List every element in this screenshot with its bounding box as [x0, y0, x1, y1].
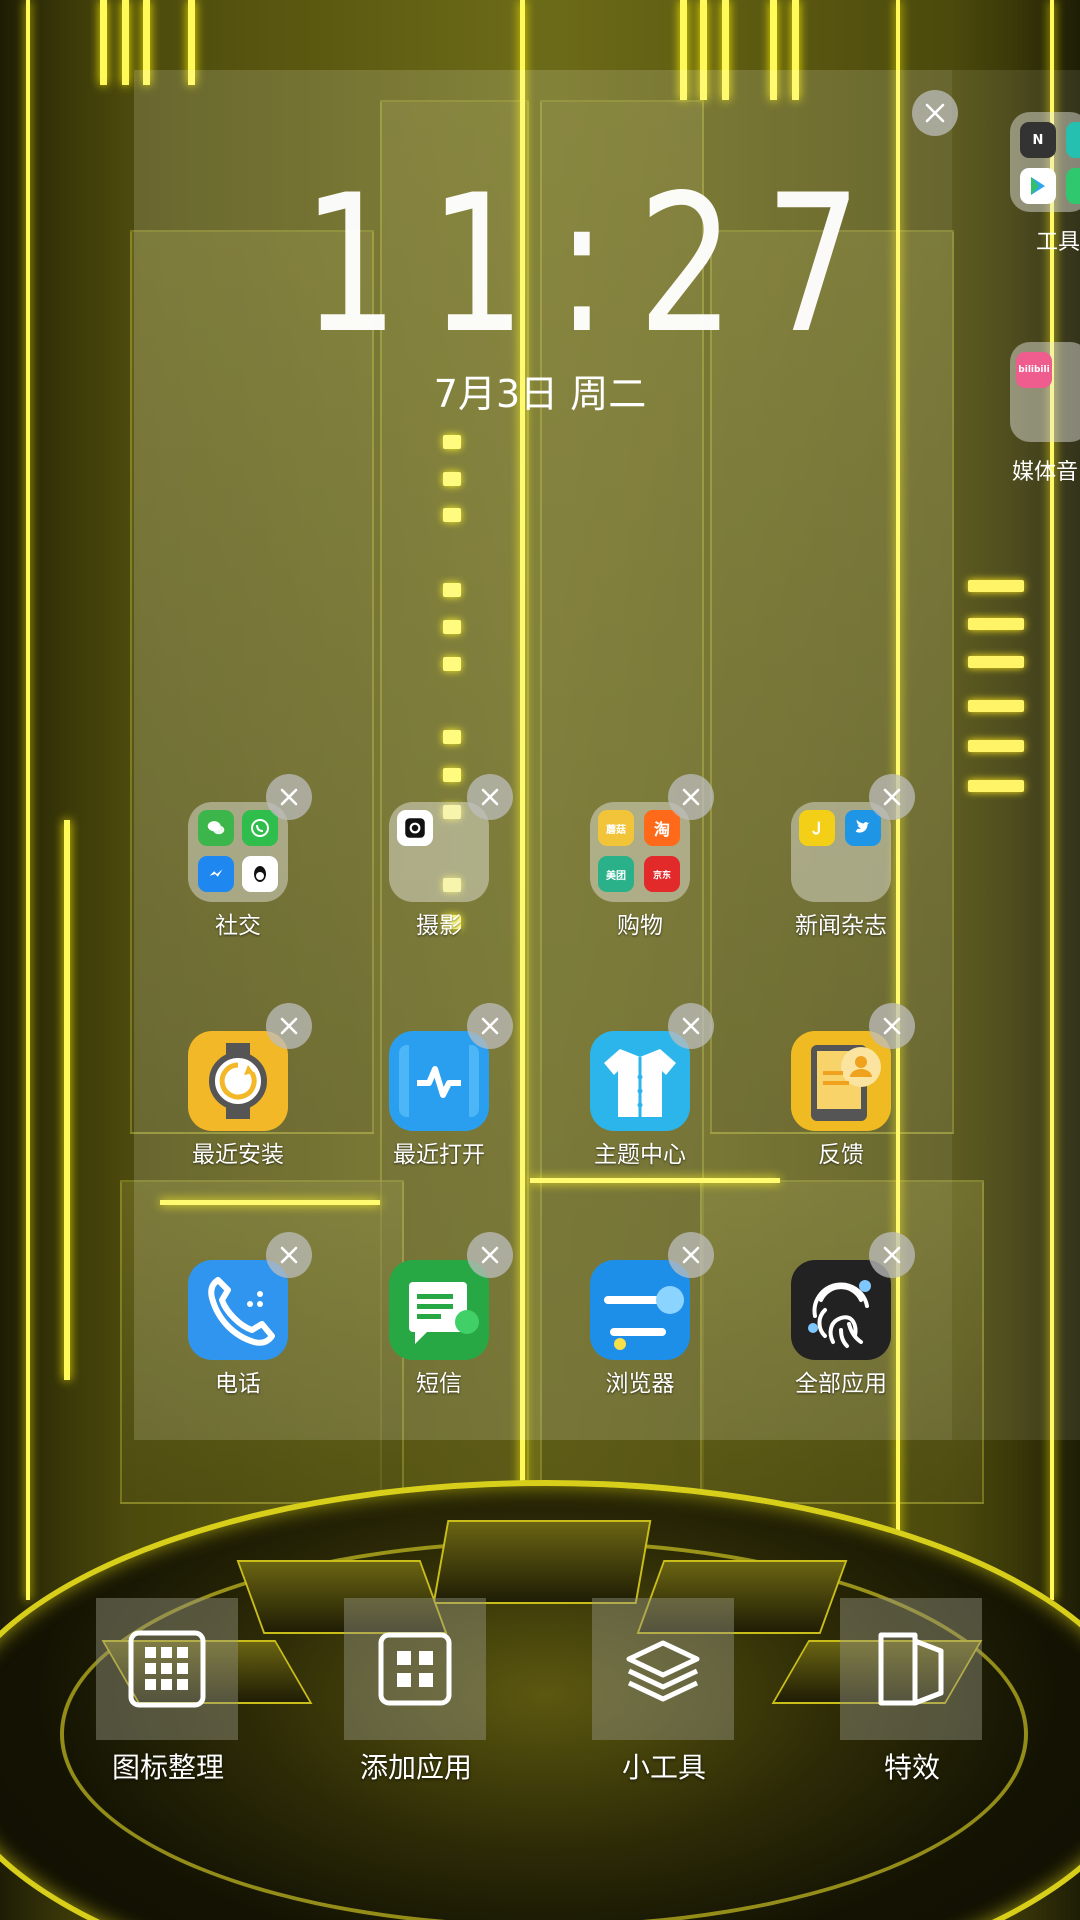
close-icon	[481, 1017, 499, 1035]
widgets-button[interactable]: 小工具	[554, 1598, 754, 1798]
remove-button[interactable]	[668, 1232, 714, 1278]
close-icon	[883, 788, 901, 806]
app-feedback[interactable]: 反馈	[751, 1003, 931, 1201]
close-icon	[280, 1246, 298, 1264]
app-icon	[1066, 168, 1080, 204]
app-label: 主题中心	[594, 1142, 686, 1168]
app-label: 短信	[416, 1371, 462, 1397]
app-browser[interactable]: 浏览器	[550, 1232, 730, 1430]
side-folder-label: 媒体音	[1012, 460, 1079, 485]
camera-app-icon	[397, 810, 433, 846]
app-label: 全部应用	[795, 1371, 887, 1397]
browser-icon	[590, 1260, 690, 1360]
n-app-icon: N	[1020, 122, 1056, 158]
app-sms[interactable]: 短信	[349, 1232, 529, 1430]
message-icon	[389, 1260, 489, 1360]
fingerprint-icon	[791, 1260, 891, 1360]
app-label: 最近打开	[393, 1142, 485, 1168]
close-icon	[883, 1017, 901, 1035]
folder-news[interactable]: 新闻杂志	[751, 774, 931, 972]
folder-shopping[interactable]: 蘑菇 淘 美团 京东 购物	[550, 774, 730, 972]
remove-button[interactable]	[467, 1003, 513, 1049]
dock-label: 小工具	[621, 1751, 706, 1784]
theme-shirt-icon	[590, 1031, 690, 1131]
recent-open-icon	[389, 1031, 489, 1131]
close-icon	[883, 1246, 901, 1264]
add-app-button[interactable]: 添加应用	[306, 1598, 506, 1798]
effects-button[interactable]: 特效	[802, 1598, 1002, 1798]
folder-tile: 蘑菇 淘 美团 京东	[590, 802, 690, 902]
folder-tile	[791, 802, 891, 902]
feedback-icon	[791, 1031, 891, 1131]
news-app-icon	[799, 810, 835, 846]
clock-date: 7月3日 周二	[433, 372, 647, 416]
grid-icon	[128, 1630, 206, 1708]
bilibili-icon: bilibili	[1016, 352, 1052, 388]
folder-social[interactable]: 社交	[148, 774, 328, 972]
meituan-icon: 美团	[598, 856, 634, 892]
jd-icon: 京东	[644, 856, 680, 892]
app-label: 购物	[617, 913, 663, 939]
remove-button[interactable]	[869, 1003, 915, 1049]
app-icon	[1066, 122, 1080, 158]
folder-tile	[188, 802, 288, 902]
close-page-button[interactable]	[912, 90, 958, 136]
app-label: 反馈	[818, 1142, 864, 1168]
remove-button[interactable]	[869, 1232, 915, 1278]
remove-button[interactable]	[266, 774, 312, 820]
app-theme-center[interactable]: 主题中心	[550, 1003, 730, 1201]
remove-button[interactable]	[467, 1232, 513, 1278]
taobao-icon: 淘	[644, 810, 680, 846]
app-phone[interactable]: 电话	[148, 1232, 328, 1430]
page-flip-icon	[878, 1632, 944, 1706]
close-icon	[682, 1246, 700, 1264]
app-label: 浏览器	[605, 1371, 675, 1397]
close-icon	[481, 1246, 499, 1264]
close-icon	[925, 103, 945, 123]
remove-button[interactable]	[266, 1232, 312, 1278]
folder-tile	[389, 802, 489, 902]
side-folder-label: 工具	[1036, 230, 1080, 255]
qq-icon	[242, 856, 278, 892]
folder-photography[interactable]: 摄影	[349, 774, 529, 972]
recent-install-icon	[188, 1031, 288, 1131]
remove-button[interactable]	[668, 1003, 714, 1049]
app-label: 新闻杂志	[795, 913, 887, 939]
remove-button[interactable]	[266, 1003, 312, 1049]
app-label: 最近安装	[192, 1142, 284, 1168]
layers-icon	[626, 1640, 700, 1702]
remove-button[interactable]	[668, 774, 714, 820]
messenger-icon	[198, 856, 234, 892]
dock-label: 特效	[883, 1751, 940, 1784]
remove-button[interactable]	[467, 774, 513, 820]
icon-arrange-button[interactable]: 图标整理	[58, 1598, 258, 1798]
adjacent-page-preview[interactable]	[952, 70, 1080, 1440]
side-folder-tools[interactable]: N 工具	[1010, 112, 1080, 255]
close-icon	[280, 788, 298, 806]
close-icon	[682, 788, 700, 806]
remove-button[interactable]	[869, 774, 915, 820]
app-label: 社交	[215, 913, 261, 939]
app-label: 电话	[215, 1371, 261, 1397]
add-app-icon	[378, 1632, 452, 1706]
clock-time[interactable]: 11:27	[302, 170, 862, 360]
app-label: 摄影	[416, 913, 462, 939]
twitter-icon	[845, 810, 881, 846]
dock-label: 图标整理	[111, 1751, 224, 1784]
app-recent-open[interactable]: 最近打开	[349, 1003, 529, 1201]
whatsapp-icon	[242, 810, 278, 846]
dock-label: 添加应用	[359, 1751, 472, 1784]
close-icon	[280, 1017, 298, 1035]
mogujie-icon: 蘑菇	[598, 810, 634, 846]
close-icon	[682, 1017, 700, 1035]
phone-icon	[188, 1260, 288, 1360]
close-icon	[481, 788, 499, 806]
app-recent-install[interactable]: 最近安装	[148, 1003, 328, 1201]
app-all-apps[interactable]: 全部应用	[751, 1232, 931, 1430]
side-folder-media[interactable]: bilibili 媒体音	[1010, 342, 1080, 485]
wechat-icon	[198, 810, 234, 846]
play-store-icon	[1020, 168, 1056, 204]
